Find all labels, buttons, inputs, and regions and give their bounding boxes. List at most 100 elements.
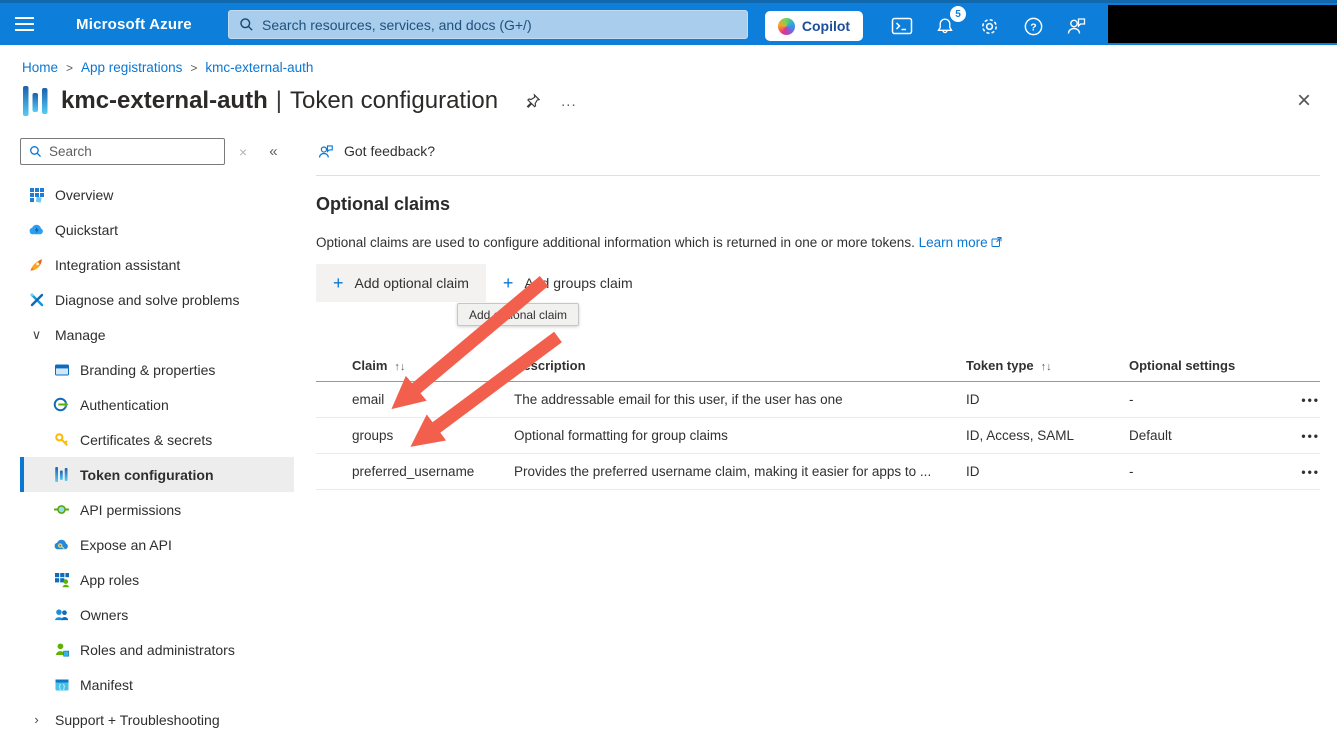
optional-settings-cell: - [1129,464,1274,479]
sidebar-item-authentication[interactable]: Authentication [20,387,294,422]
more-options-icon[interactable]: ... [561,93,577,110]
chevron-right-icon: › [28,712,45,727]
copilot-button[interactable]: Copilot [765,11,863,41]
claim-cell: groups [316,428,514,443]
help-icon[interactable]: ? [1019,12,1047,40]
sidebar-item-quickstart[interactable]: Quickstart [20,212,294,247]
rocket-icon [28,256,45,273]
app-roles-icon [53,571,70,588]
token-type-cell: ID [966,464,1129,479]
sort-icon: ↑↓ [394,361,405,373]
section-description: Optional claims are used to configure ad… [316,235,1320,250]
cloud-shell-icon[interactable] [888,12,916,40]
token-configuration-page-icon [22,84,49,118]
sidebar-item-branding[interactable]: Branding & properties [20,352,294,387]
add-optional-claim-button[interactable]: + Add optional claim [316,264,486,302]
close-icon[interactable]: × [1297,89,1311,113]
token-type-cell: ID [966,392,1129,407]
optional-claims-table: Claim↑↓ Description Token type↑↓ Optiona… [316,350,1320,490]
description-cell: Optional formatting for group claims [514,428,966,443]
notifications-bell-icon[interactable]: 5 [931,12,959,40]
brand-title: Microsoft Azure [76,16,192,33]
collapse-sidebar-icon[interactable]: « [269,143,277,160]
claim-cell: email [316,392,514,407]
sidebar-item-owners[interactable]: Owners [20,597,294,632]
plus-icon: + [503,273,514,294]
sidebar-item-api-permissions[interactable]: API permissions [20,492,294,527]
redacted-account-area [1108,5,1337,43]
chevron-down-icon: ∨ [28,327,45,343]
optional-settings-cell: Default [1129,428,1274,443]
table-row-email[interactable]: email The addressable email for this use… [316,382,1320,418]
pin-icon[interactable] [524,93,541,110]
sidebar-section-support[interactable]: › Support + Troubleshooting [20,702,294,737]
description-cell: The addressable email for this user, if … [514,392,966,407]
key-icon [53,431,70,448]
table-row-preferred-username[interactable]: preferred_username Provides the preferre… [316,454,1320,490]
sidebar-item-certificates[interactable]: Certificates & secrets [20,422,294,457]
notification-count-badge: 5 [950,6,966,22]
clear-search-icon[interactable]: × [239,144,247,160]
azure-top-bar: Microsoft Azure Copilot 5 ? [0,0,1337,45]
breadcrumb-separator: > [190,61,197,75]
hamburger-menu-icon[interactable] [0,3,48,45]
token-configuration-icon [53,466,70,483]
sidebar-item-token-configuration[interactable]: Token configuration [20,457,294,492]
owners-people-icon [53,606,70,623]
table-row-groups[interactable]: groups Optional formatting for group cla… [316,418,1320,454]
search-icon [239,17,254,32]
add-groups-claim-button[interactable]: + Add groups claim [486,264,650,302]
optional-settings-cell: - [1129,392,1274,407]
section-heading: Optional claims [316,194,1320,215]
column-header-description[interactable]: Description [514,358,966,373]
learn-more-link[interactable]: Learn more [919,235,1003,250]
copilot-logo-icon [778,18,795,35]
sort-icon: ↑↓ [1041,361,1052,373]
sidebar-search-input[interactable] [49,144,216,159]
svg-text:{ }: { } [58,683,65,690]
search-icon [29,145,42,158]
token-type-cell: ID, Access, SAML [966,428,1129,443]
table-header-row: Claim↑↓ Description Token type↑↓ Optiona… [316,350,1320,382]
expose-api-cloud-icon [53,536,70,553]
sidebar-item-manifest[interactable]: { } Manifest [20,667,294,702]
breadcrumb: Home>App registrations>kmc-external-auth [0,45,1337,75]
claim-cell: preferred_username [316,464,514,479]
sidebar-item-roles-administrators[interactable]: Roles and administrators [20,632,294,667]
breadcrumb-home[interactable]: Home [22,60,58,75]
breadcrumb-current-app[interactable]: kmc-external-auth [205,60,313,75]
feedback-person-icon [316,142,335,161]
overview-icon [28,186,45,203]
branding-icon [53,361,70,378]
roles-administrators-icon [53,641,70,658]
settings-gear-icon[interactable] [975,12,1003,40]
page-title-bar: kmc-external-auth|Token configuration ..… [0,75,1337,118]
feedback-icon[interactable] [1062,12,1090,40]
global-search-bar[interactable] [228,10,748,39]
breadcrumb-app-registrations[interactable]: App registrations [81,60,182,75]
section-divider [316,175,1320,176]
sidebar-item-expose-api[interactable]: Expose an API [20,527,294,562]
authentication-icon [53,396,70,413]
column-header-claim[interactable]: Claim↑↓ [316,358,514,373]
column-header-optional-settings[interactable]: Optional settings [1129,358,1274,373]
sidebar-item-overview[interactable]: Overview [20,177,294,212]
sidebar-search-box[interactable] [20,138,225,165]
sidebar-item-diagnose[interactable]: Diagnose and solve problems [20,282,294,317]
quickstart-icon [28,221,45,238]
sidebar-item-integration-assistant[interactable]: Integration assistant [20,247,294,282]
row-menu-icon[interactable]: ••• [1274,393,1320,407]
global-search-input[interactable] [262,17,737,33]
description-cell: Provides the preferred username claim, m… [514,464,966,479]
sidebar: × « Overview Quickstart Integration assi… [0,130,294,724]
sidebar-section-manage[interactable]: ∨ Manage [20,317,294,352]
external-link-icon [990,236,1003,248]
row-menu-icon[interactable]: ••• [1274,465,1320,479]
add-optional-claim-tooltip: Add optional claim [457,303,579,326]
troubleshoot-tools-icon [28,291,45,308]
sidebar-item-app-roles[interactable]: App roles [20,562,294,597]
column-header-token-type[interactable]: Token type↑↓ [966,358,1129,373]
manifest-icon: { } [53,676,70,693]
row-menu-icon[interactable]: ••• [1274,429,1320,443]
got-feedback-link[interactable]: Got feedback? [316,136,466,166]
